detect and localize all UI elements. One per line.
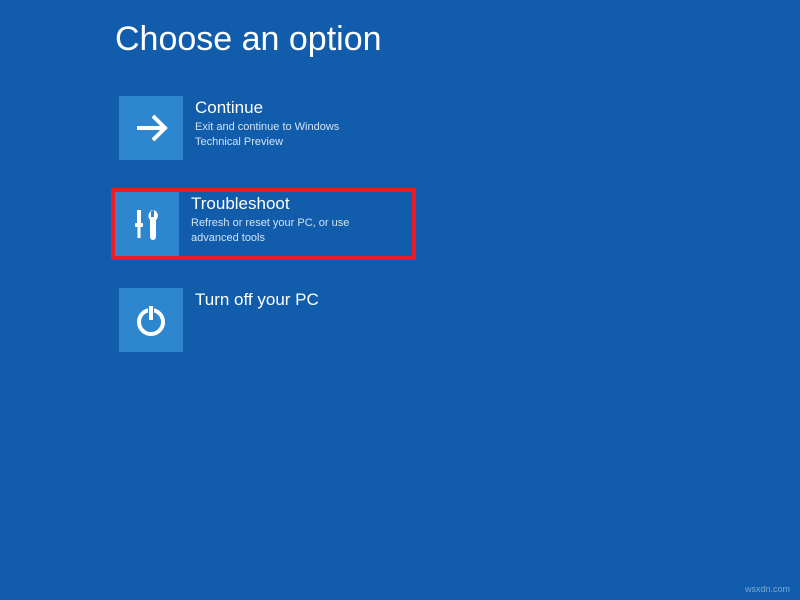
tools-icon	[127, 204, 167, 244]
option-continue[interactable]: Continue Exit and continue to Windows Te…	[115, 92, 420, 164]
arrow-right-icon	[131, 108, 171, 148]
option-troubleshoot-title: Troubleshoot	[191, 194, 381, 214]
option-turnoff[interactable]: Turn off your PC	[115, 284, 420, 356]
watermark-text: wsxdn.com	[745, 584, 790, 594]
option-continue-text: Continue Exit and continue to Windows Te…	[183, 96, 385, 150]
option-continue-desc: Exit and continue to Windows Technical P…	[195, 120, 385, 150]
options-list: Continue Exit and continue to Windows Te…	[115, 92, 420, 380]
option-troubleshoot-text: Troubleshoot Refresh or reset your PC, o…	[179, 192, 381, 246]
option-troubleshoot[interactable]: Troubleshoot Refresh or reset your PC, o…	[111, 188, 416, 260]
option-continue-title: Continue	[195, 98, 385, 118]
option-turnoff-text: Turn off your PC	[183, 288, 319, 312]
option-troubleshoot-desc: Refresh or reset your PC, or use advance…	[191, 216, 381, 246]
power-icon	[131, 300, 171, 340]
page-title: Choose an option	[115, 20, 382, 59]
continue-icon-box	[119, 96, 183, 160]
troubleshoot-icon-box	[115, 192, 179, 256]
turnoff-icon-box	[119, 288, 183, 352]
option-turnoff-title: Turn off your PC	[195, 290, 319, 310]
